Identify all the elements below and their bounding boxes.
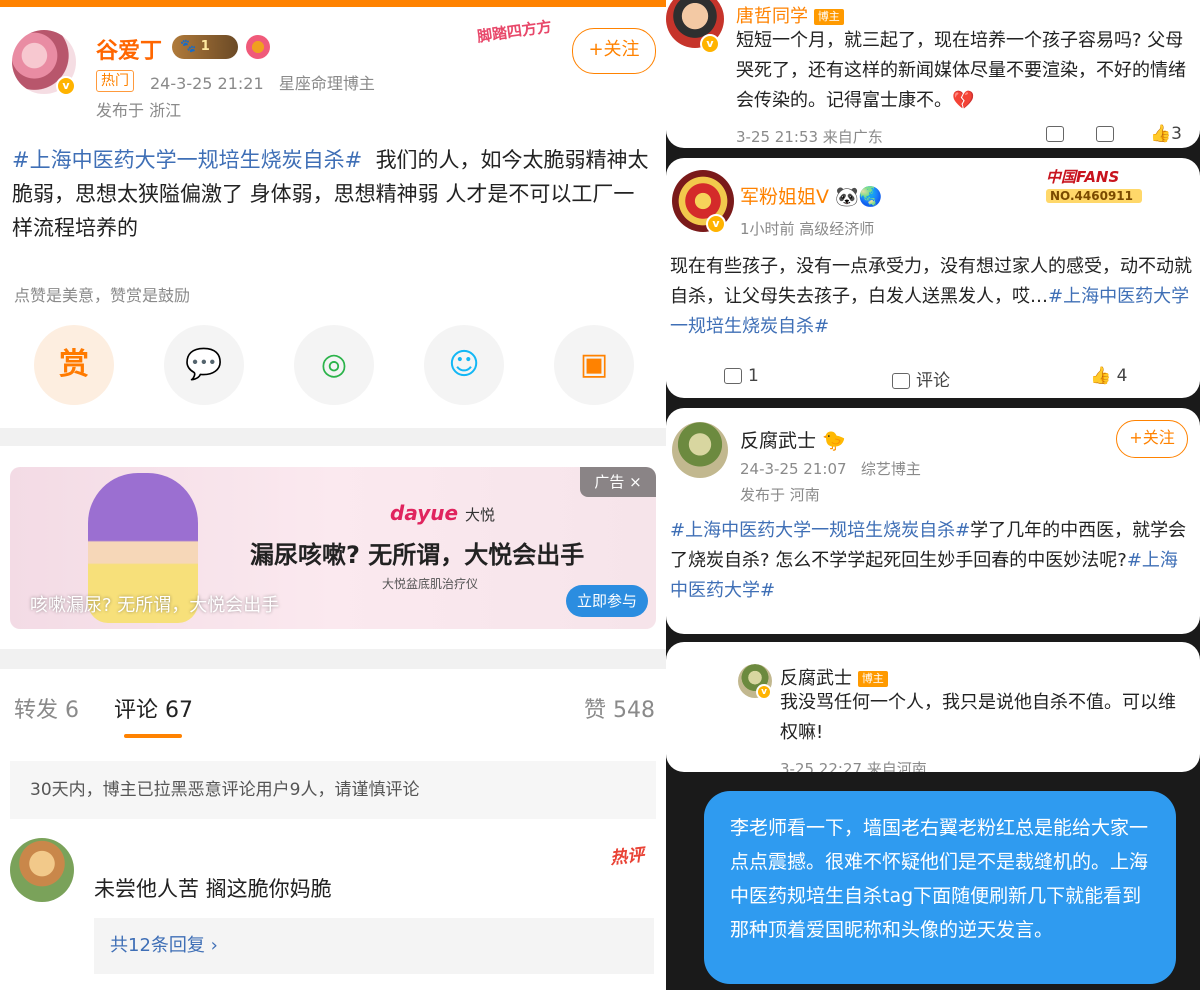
hot-comment-badge: 热评: [609, 845, 646, 869]
divider: [0, 428, 666, 446]
like-button[interactable]: 👍3: [1150, 124, 1182, 144]
ad-brand: dayue 大悦: [390, 501, 496, 525]
tab-comments[interactable]: 评论 67: [114, 692, 193, 724]
comment-notice: 30天内，博主已拉黑恶意评论用户9人，请谨慎评论: [10, 761, 656, 819]
follow-button[interactable]: +关注: [572, 28, 656, 74]
repost-button[interactable]: 1: [724, 366, 759, 386]
weibo-post-panel: v 谷爱丁 🐾 1 热门 24-3-25 21:21 星座命理博主 发布于 浙江…: [0, 0, 666, 990]
reward-button[interactable]: 赏: [34, 325, 114, 405]
blogger-badge: 博主: [813, 9, 844, 25]
fans-badge: 中国FANS NO.4460911: [1046, 166, 1166, 212]
ad-close-tag[interactable]: 广告 ×: [580, 467, 656, 497]
chat-bubble: 李老师看一下，墙国老右翼老粉红总是能给大家一点点震撼。很难不怀疑他们是不是裁缝机…: [704, 791, 1176, 984]
comment-text: 短短一个月，就三起了，现在培养一个孩子容易吗? 父母哭死了，还有这样的新闻媒体尽…: [736, 30, 1186, 111]
comment-text: 我没骂任何一个人，我只是说他自杀不值。可以维权嘛!: [780, 692, 1176, 743]
commenter-name[interactable]: 反腐武士 🐤: [740, 426, 846, 453]
comment-button[interactable]: 评论: [892, 366, 950, 391]
ad-banner[interactable]: 广告 × dayue 大悦 漏尿咳嗽? 无所谓，大悦会出手 大悦盆底肌治疗仪 咳…: [10, 467, 656, 629]
comment-card-3: 反腐武士 🐤 +关注 24-3-25 21:07 综艺博主 发布于 河南 #上海…: [666, 408, 1200, 634]
repost-icon[interactable]: [1046, 124, 1070, 144]
comment-meta: 3-25 22:27 来自河南: [780, 760, 927, 772]
comment-meta: 1小时前 高级经济师: [740, 220, 875, 238]
view-replies-link[interactable]: 共12条回复 ›: [94, 918, 654, 974]
moments-icon[interactable]: ◎: [294, 325, 374, 405]
comment-body: #上海中医药大学一规培生烧炭自杀#学了几年的中西医，就学会了烧炭自杀? 怎么不学…: [670, 516, 1192, 606]
comment-location: 发布于 河南: [740, 486, 820, 504]
commenter-avatar[interactable]: [672, 422, 728, 478]
post-location: 发布于 浙江: [96, 101, 182, 120]
save-image-icon[interactable]: ▣: [554, 325, 634, 405]
comment-hashtag[interactable]: #上海中医药大学一规培生烧炭自杀#: [670, 520, 970, 541]
post-meta: 24-3-25 21:21 星座命理博主: [150, 74, 375, 93]
follow-button[interactable]: +关注: [1116, 420, 1188, 458]
verified-icon: v: [756, 684, 772, 700]
like-button[interactable]: 👍 4: [1090, 366, 1127, 386]
comment-meta: 3-25 21:53 来自广东: [736, 128, 883, 146]
commenter-name[interactable]: 唐哲同学 博主: [736, 2, 844, 28]
level-badge: 🐾 1: [172, 35, 238, 59]
qq-icon[interactable]: ☺: [424, 325, 504, 405]
ad-cta-button[interactable]: 立即参与: [566, 585, 648, 617]
ad-overlay-text: 咳嗽漏尿? 无所谓，大悦会出手: [30, 595, 280, 616]
tab-likes[interactable]: 赞 548: [584, 692, 655, 724]
tab-indicator: [124, 734, 182, 738]
verified-icon: v: [56, 76, 76, 96]
commenter-name[interactable]: 反腐武士 博主: [780, 664, 888, 690]
hot-badge: 热门: [96, 70, 134, 92]
commenter-name[interactable]: 军粉姐姐V 🐼🌏: [740, 182, 882, 209]
comment-icon[interactable]: [1096, 124, 1120, 144]
praise-tip: 点赞是美意，赞赏是鼓励: [14, 286, 191, 305]
flower-icon: [246, 35, 270, 59]
post-body: #上海中医药大学一规培生烧炭自杀# 我们的人，如今太脆弱精神太脆弱，思想太狭隘偏…: [12, 143, 652, 245]
screenshot-collage: v 谷爱丁 🐾 1 热门 24-3-25 21:21 星座命理博主 发布于 浙江…: [0, 0, 1200, 990]
ad-subtitle: 大悦盆底肌治疗仪: [382, 577, 479, 591]
blogger-badge: 博主: [857, 671, 888, 687]
verified-icon: v: [706, 214, 726, 234]
comment-body: 现在有些孩子，没有一点承受力，没有想过家人的感受，动不动就自杀，让父母失去孩子，…: [670, 252, 1192, 342]
post-hashtag[interactable]: #上海中医药大学一规培生烧炭自杀#: [12, 148, 362, 172]
verified-icon: v: [700, 34, 720, 54]
wechat-icon[interactable]: 💬: [164, 325, 244, 405]
comment-card-4: v 反腐武士 博主 我没骂任何一个人，我只是说他自杀不值。可以维权嘛! 3-25…: [666, 642, 1200, 772]
post-tabs: 转发 6 评论 67 赞 548: [0, 668, 666, 744]
comment-card-1: v 唐哲同学 博主 短短一个月，就三起了，现在培养一个孩子容易吗? 父母哭死了，…: [666, 0, 1200, 148]
comment-meta: 24-3-25 21:07 综艺博主: [740, 460, 921, 478]
tab-repost[interactable]: 转发 6: [14, 692, 79, 724]
ad-title: 漏尿咳嗽? 无所谓，大悦会出手: [250, 541, 585, 569]
share-row: 赏 💬 ◎ ☺ ▣: [0, 325, 666, 407]
divider: [0, 649, 666, 669]
comment-card-2: v 军粉姐姐V 🐼🌏 中国FANS NO.4460911 1小时前 高级经济师 现…: [666, 158, 1200, 398]
author-name[interactable]: 谷爱丁: [96, 33, 162, 65]
commenter-avatar[interactable]: [10, 838, 74, 902]
comment-text: 未尝他人苦 搁这脆你妈脆: [94, 877, 332, 901]
top-accent-bar: [0, 0, 666, 7]
